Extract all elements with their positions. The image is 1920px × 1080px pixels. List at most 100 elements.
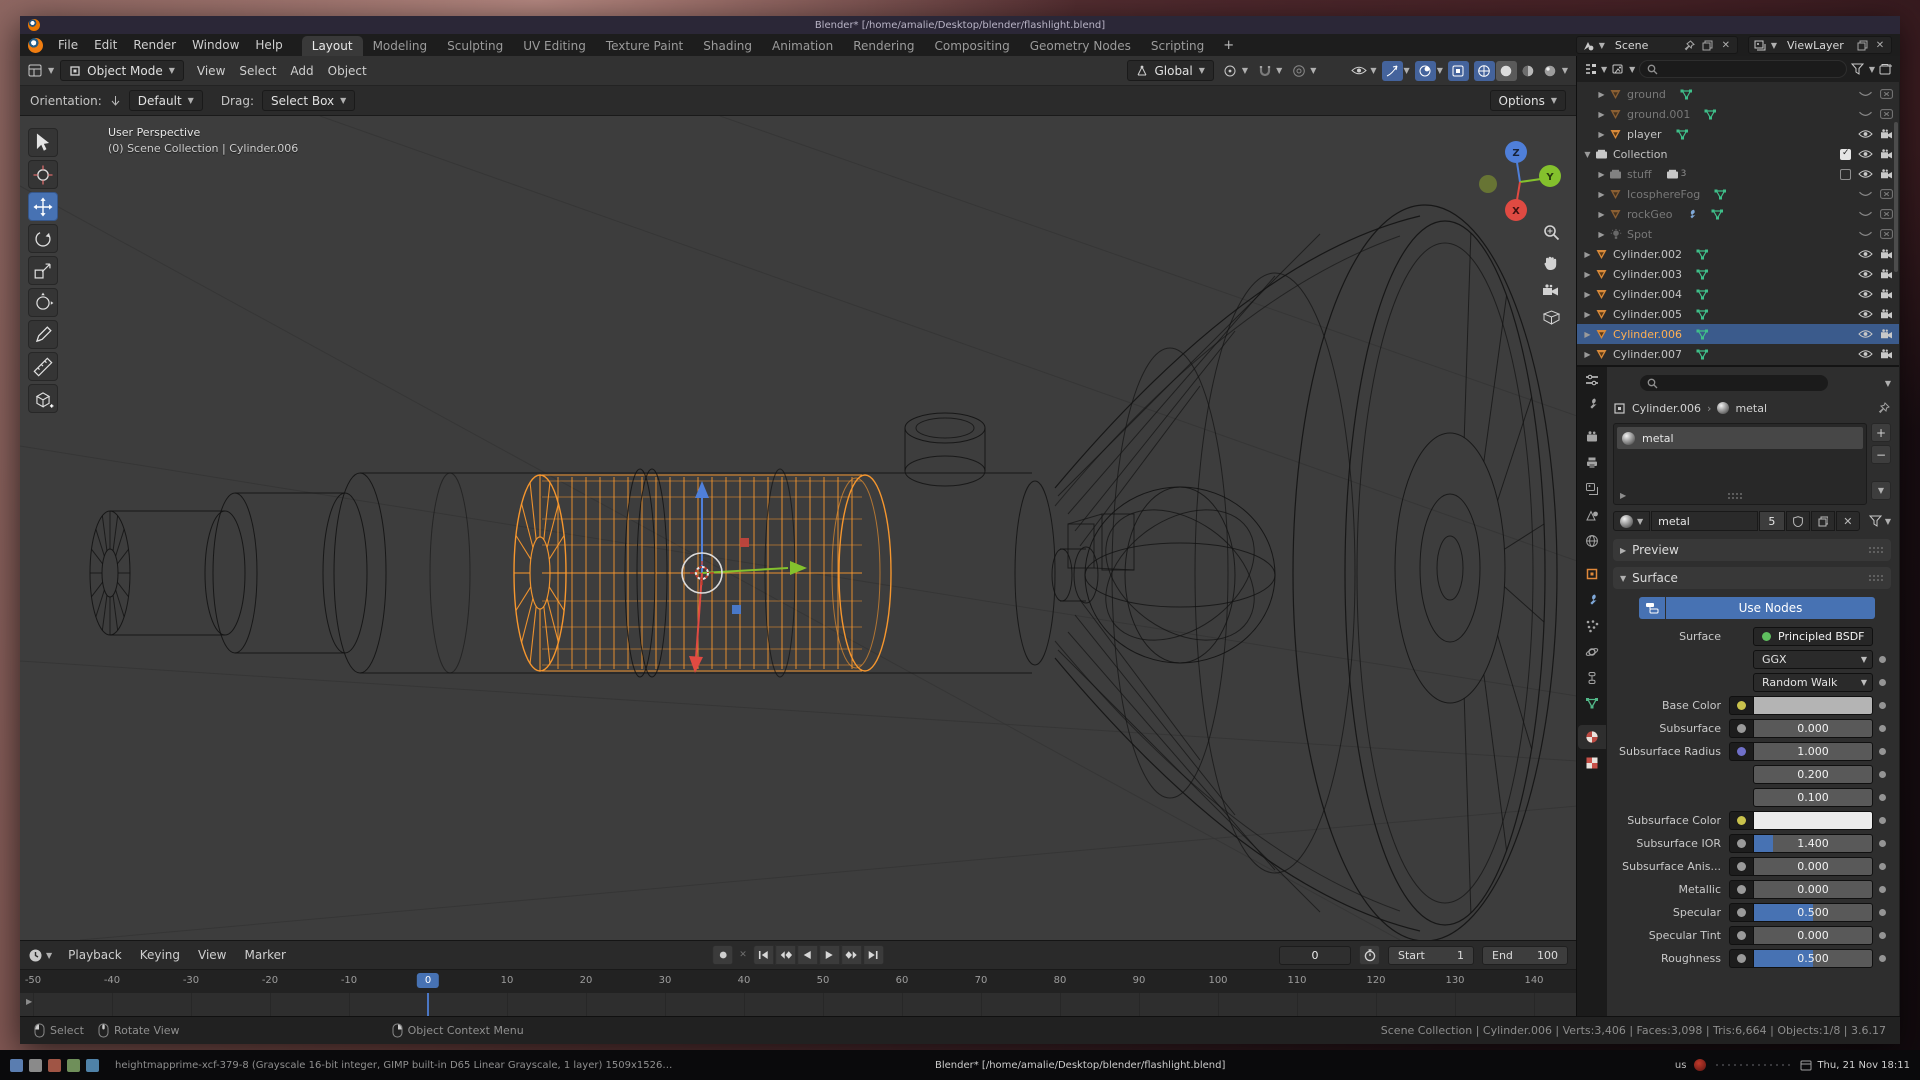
copy-material-icon[interactable] <box>1811 511 1835 531</box>
animate-property-dot[interactable] <box>1873 863 1891 870</box>
blender-menu-icon[interactable] <box>28 38 43 53</box>
disable-render-icon[interactable] <box>1880 309 1893 319</box>
editor-type-icon[interactable] <box>28 64 42 78</box>
properties-tab-object-data[interactable] <box>1578 692 1606 716</box>
workspace-tab-uv-editing[interactable]: UV Editing <box>513 36 596 56</box>
taskbar-blender-window[interactable]: Blender* [/home/amalie/Desktop/blender/f… <box>935 1060 1225 1071</box>
next-keyframe-button[interactable] <box>841 945 862 965</box>
outliner-editor-type-icon[interactable] <box>1583 62 1597 76</box>
properties-tab-tool[interactable] <box>1578 392 1606 416</box>
move-tool-button[interactable] <box>28 192 58 221</box>
slot-specials-button[interactable]: ▼ <box>1871 481 1891 500</box>
animate-property-dot[interactable] <box>1873 955 1891 962</box>
outliner-row-ground[interactable]: ▶ground <box>1577 84 1899 104</box>
select-box-tool-button[interactable] <box>28 128 58 157</box>
properties-options-icon[interactable]: ▼ <box>1885 379 1891 388</box>
orientation-dropdown[interactable]: Global ▼ <box>1127 60 1213 81</box>
measure-tool-button[interactable] <box>28 352 58 381</box>
value-slider[interactable]: 0.200 <box>1753 765 1873 784</box>
add-cube-tool-button[interactable] <box>28 384 58 413</box>
disable-render-icon[interactable] <box>1880 349 1893 359</box>
workspace-tab-sculpting[interactable]: Sculpting <box>437 36 513 56</box>
visibility-dropdown[interactable]: ▼ <box>1348 61 1376 81</box>
workspace-tab-modeling[interactable]: Modeling <box>363 36 438 56</box>
taskbar-gimp-window[interactable]: heightmapprime-xcf-379-8 (Grayscale 16-b… <box>115 1060 675 1071</box>
viewport-menu-object[interactable]: Object <box>321 62 374 80</box>
render-disabled-icon[interactable] <box>1880 229 1893 239</box>
hide-eye-icon[interactable] <box>1858 149 1873 159</box>
filter-icon[interactable] <box>1851 62 1865 76</box>
menu-edit[interactable]: Edit <box>86 36 125 54</box>
toggle-perspective-icon[interactable] <box>1543 310 1560 325</box>
timeline-ruler[interactable]: -50-40-30-20-100102030405060708090100110… <box>20 969 1576 993</box>
viewlayer-selector[interactable]: ▼ ViewLayer ✕ <box>1748 36 1892 54</box>
surface-panel-header[interactable]: ▼ Surface <box>1613 567 1891 589</box>
disclosure-icon[interactable]: ▶ <box>1595 230 1608 239</box>
current-frame-field[interactable]: 0 <box>1279 946 1351 965</box>
pin-icon[interactable] <box>1683 38 1697 52</box>
hide-eye-icon[interactable] <box>1858 249 1873 259</box>
tray-app-icon[interactable] <box>1694 1059 1706 1071</box>
properties-tab-world[interactable] <box>1578 529 1606 553</box>
start-frame-field[interactable]: Start1 <box>1388 946 1474 965</box>
outliner-row-cylinder-002[interactable]: ▶Cylinder.002 <box>1577 244 1899 264</box>
taskbar-app-icon-2[interactable] <box>29 1059 42 1072</box>
add-slot-button[interactable]: + <box>1871 423 1891 442</box>
socket-button[interactable] <box>1729 719 1753 738</box>
render-disabled-icon[interactable] <box>1880 89 1893 99</box>
disclosure-icon[interactable]: ▶ <box>1595 90 1608 99</box>
scale-tool-button[interactable] <box>28 256 58 285</box>
workspace-tab-shading[interactable]: Shading <box>693 36 762 56</box>
properties-tab-modifiers[interactable] <box>1578 588 1606 612</box>
socket-button[interactable] <box>1729 880 1753 899</box>
play-reverse-button[interactable] <box>797 945 818 965</box>
taskbar-clock[interactable]: Thu, 21 Nov 18:11 <box>1800 1059 1910 1071</box>
eye-closed-icon[interactable] <box>1858 109 1873 119</box>
disclosure-icon[interactable]: ▶ <box>1595 110 1608 119</box>
close-icon[interactable]: ✕ <box>1873 38 1887 52</box>
socket-button[interactable] <box>1729 926 1753 945</box>
disclosure-icon[interactable]: ▶ <box>1595 210 1608 219</box>
outliner-row-cylinder-003[interactable]: ▶Cylinder.003 <box>1577 264 1899 284</box>
socket-button[interactable] <box>1729 742 1753 761</box>
jump-to-start-button[interactable] <box>753 945 774 965</box>
outliner-row-cylinder-005[interactable]: ▶Cylinder.005 <box>1577 304 1899 324</box>
animate-property-dot[interactable] <box>1873 679 1891 686</box>
hide-eye-icon[interactable] <box>1858 129 1873 139</box>
shading-material-button[interactable] <box>1518 61 1539 81</box>
outliner-row-cylinder-007[interactable]: ▶Cylinder.007 <box>1577 344 1899 364</box>
menu-render[interactable]: Render <box>125 36 184 54</box>
cursor-tool-button[interactable] <box>28 160 58 189</box>
pivot-dropdown[interactable]: ▼ <box>1220 61 1248 81</box>
use-nodes-button[interactable]: Use Nodes <box>1666 597 1875 619</box>
hide-eye-icon[interactable] <box>1858 349 1873 359</box>
timeline-menu-view[interactable]: View <box>194 946 230 964</box>
pan-hand-icon[interactable] <box>1543 254 1559 271</box>
dropdown-random-walk[interactable]: Random Walk▼ <box>1753 673 1873 692</box>
animate-property-dot[interactable] <box>1873 817 1891 824</box>
material-browse-dropdown[interactable]: ▼ <box>1613 511 1650 531</box>
jump-to-end-button[interactable] <box>863 945 884 965</box>
socket-button[interactable] <box>1729 696 1753 715</box>
sync-icon[interactable]: ✕ <box>739 950 747 960</box>
animate-property-dot[interactable] <box>1873 932 1891 939</box>
preview-panel-header[interactable]: ▶ Preview <box>1613 539 1891 561</box>
auto-keying-button[interactable] <box>712 945 733 965</box>
value-slider[interactable]: 0.500 <box>1753 949 1873 968</box>
overlays-dropdown[interactable]: ▼ <box>1415 61 1443 81</box>
material-name-field[interactable]: metal <box>1651 511 1758 531</box>
taskbar-app-icon-5[interactable] <box>86 1059 99 1072</box>
viewport-menu-view[interactable]: View <box>190 62 232 80</box>
workspace-tab-scripting[interactable]: Scripting <box>1141 36 1214 56</box>
workspace-tab-geometry-nodes[interactable]: Geometry Nodes <box>1020 36 1141 56</box>
nodetree-icon[interactable] <box>1639 597 1665 619</box>
animate-property-dot[interactable] <box>1873 840 1891 847</box>
timeline-editor-type[interactable]: ▼ <box>28 948 52 963</box>
animate-property-dot[interactable] <box>1873 771 1891 778</box>
disclosure-icon[interactable]: ▶ <box>1595 170 1608 179</box>
outliner-row-cylinder-004[interactable]: ▶Cylinder.004 <box>1577 284 1899 304</box>
disable-render-icon[interactable] <box>1880 269 1893 279</box>
disable-render-icon[interactable] <box>1880 329 1893 339</box>
previous-keyframe-button[interactable] <box>775 945 796 965</box>
animate-property-dot[interactable] <box>1873 656 1891 663</box>
